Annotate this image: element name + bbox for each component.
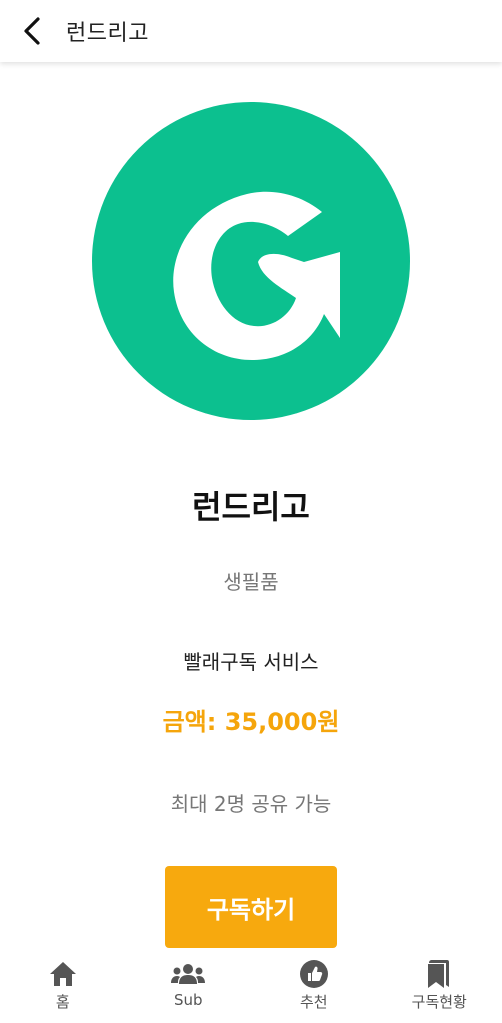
nav-label-sub: Sub — [173, 991, 203, 1009]
service-name: 런드리고 — [192, 488, 310, 526]
service-description: 빨래구독 서비스 — [183, 650, 319, 674]
service-price: 금액: 35,000원 — [162, 708, 340, 736]
page-title: 런드리고 — [66, 21, 149, 46]
nav-label-recommend: 추천 — [299, 993, 328, 1011]
share-info: 최대 2명 공유 가능 — [170, 792, 332, 816]
bottom-navigation: 홈 Sub 추천 구독현황 — [0, 957, 502, 1023]
bookmark-icon — [425, 959, 453, 989]
subscribe-button[interactable]: 구독하기 — [165, 866, 337, 948]
service-category: 생필품 — [223, 570, 279, 594]
users-icon — [171, 959, 206, 989]
home-icon — [49, 959, 77, 989]
service-logo — [92, 102, 410, 420]
nav-label-subscriptions: 구독현황 — [411, 993, 467, 1011]
nav-label-home: 홈 — [55, 993, 70, 1011]
nav-item-home[interactable]: 홈 — [0, 957, 125, 1012]
nav-item-recommend[interactable]: 추천 — [251, 957, 376, 1012]
back-button[interactable] — [12, 11, 52, 51]
nav-item-subscriptions[interactable]: 구독현황 — [377, 957, 502, 1012]
thumbs-up-icon — [299, 959, 329, 989]
app-root: 런드리고 런드리고 생필품 빨래구독 서비스 금액: 35,000원 최대 2명… — [0, 0, 502, 1023]
nav-item-sub[interactable]: Sub — [126, 957, 251, 1009]
chevron-left-icon — [24, 17, 40, 45]
top-app-bar: 런드리고 — [0, 0, 502, 62]
